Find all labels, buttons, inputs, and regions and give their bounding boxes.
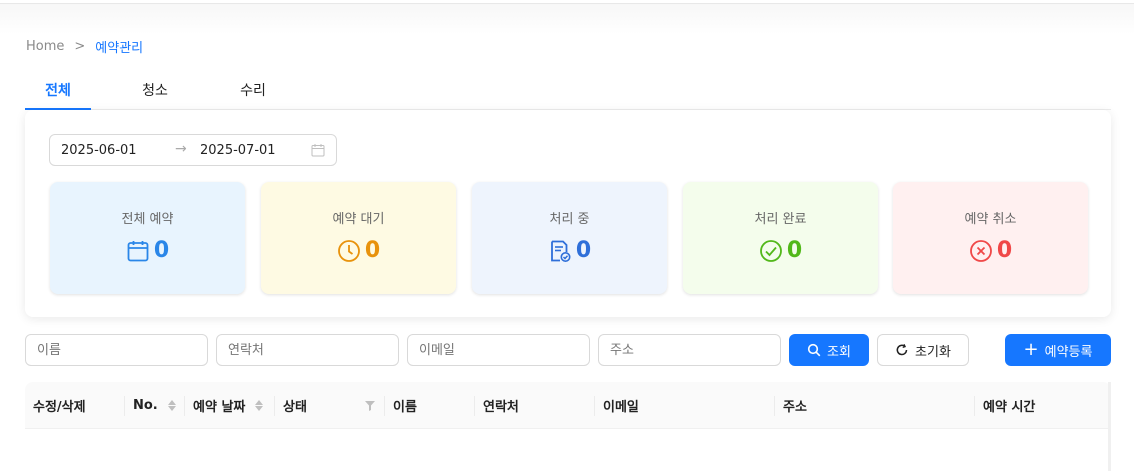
plus-icon: + [1023,339,1039,360]
add-reservation-button[interactable]: + 예약등록 [1005,334,1111,366]
tab-repair[interactable]: 수리 [220,80,286,110]
stat-cancelled-value: 0 [996,238,1013,263]
reset-button[interactable]: 초기화 [877,334,969,366]
header-shadow [0,4,1134,34]
document-check-icon [550,240,571,262]
breadcrumb-home[interactable]: Home [26,39,64,54]
column-no[interactable]: No. [125,382,185,429]
calendar-icon [311,144,325,157]
add-reservation-label: 예약등록 [1044,344,1093,360]
stat-processing[interactable]: 처리 중 0 [472,182,667,294]
start-date[interactable]: 2025-06-01 [61,143,137,158]
filter-icon[interactable] [365,401,375,411]
stat-completed[interactable]: 처리 완료 0 [683,182,878,294]
reset-button-label: 초기화 [915,344,951,360]
column-reservation-time: 예약 시간 [983,400,1036,415]
tab-cleaning[interactable]: 청소 [122,80,188,110]
clock-icon [337,239,360,262]
stat-completed-label: 처리 완료 [754,212,807,227]
table-header: 수정/삭제 No. 예약 날짜 상태 이름 연락처 이메일 주소 예약 시간 [25,382,1111,429]
stat-cancelled-label: 예약 취소 [964,212,1017,227]
search-button[interactable]: 조회 [789,334,869,366]
stat-completed-value: 0 [786,238,803,263]
end-date[interactable]: 2025-07-01 [200,143,276,158]
check-circle-icon [759,239,782,262]
arrow-right-icon: → [175,141,187,157]
column-name: 이름 [385,382,475,429]
column-status[interactable]: 상태 [275,382,385,429]
phone-input[interactable] [216,334,399,366]
stat-pending[interactable]: 예약 대기 0 [261,182,456,294]
name-input[interactable] [25,334,208,366]
breadcrumb-separator: > [74,39,86,54]
tab-all[interactable]: 전체 [25,80,91,110]
breadcrumb-current: 예약관리 [95,41,144,56]
close-circle-icon [969,239,992,262]
stat-pending-label: 예약 대기 [332,212,385,227]
date-range-picker[interactable]: 2025-06-01 → 2025-07-01 [49,134,337,166]
stat-processing-label: 처리 중 [549,212,590,227]
tab-bar: 전체 청소 수리 [25,80,1111,110]
stat-cancelled[interactable]: 예약 취소 0 [893,182,1088,294]
column-edit-delete: 수정/삭제 [25,382,125,429]
sort-icon[interactable] [167,400,176,411]
stat-total-value: 0 [153,238,170,263]
breadcrumb: Home > 예약관리 [26,37,143,56]
column-email: 이메일 [595,382,775,429]
email-input[interactable] [407,334,590,366]
calendar-icon [127,240,149,261]
search-button-label: 조회 [827,344,851,360]
address-input[interactable] [598,334,781,366]
search-icon [807,343,821,357]
table-scrollbar[interactable] [1108,382,1111,471]
stat-total[interactable]: 전체 예약 0 [50,182,245,294]
column-reservation-date[interactable]: 예약 날짜 [185,382,275,429]
reload-icon [896,344,908,356]
sort-icon[interactable] [255,400,264,411]
stat-processing-value: 0 [575,238,592,263]
column-phone: 연락처 [475,382,595,429]
stat-pending-value: 0 [364,238,381,263]
column-address: 주소 [775,382,975,429]
stat-total-label: 전체 예약 [121,212,174,227]
